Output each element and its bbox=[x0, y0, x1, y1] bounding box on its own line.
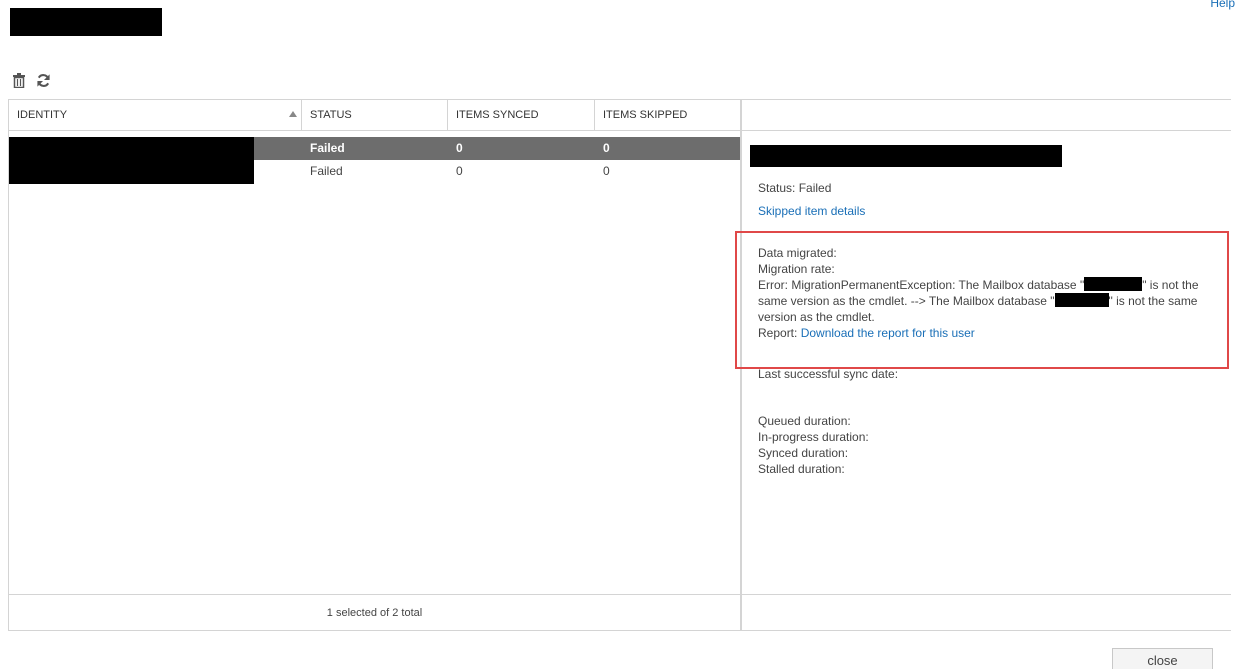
stalled-duration-label: Stalled duration: bbox=[758, 462, 845, 476]
row-items-synced: 0 bbox=[456, 141, 463, 155]
trash-icon[interactable] bbox=[10, 71, 28, 89]
help-link[interactable]: Help bbox=[1210, 0, 1235, 10]
redacted-title bbox=[10, 8, 162, 36]
selection-count: 1 selected of 2 total bbox=[9, 594, 740, 630]
divider bbox=[742, 594, 1231, 595]
error-highlight-box bbox=[735, 231, 1229, 369]
row-items-skipped: 0 bbox=[603, 164, 610, 178]
row-items-skipped: 0 bbox=[603, 141, 610, 155]
queued-duration-label: Queued duration: bbox=[758, 414, 851, 428]
synced-duration-label: Synced duration: bbox=[758, 446, 849, 460]
refresh-icon[interactable] bbox=[34, 71, 52, 89]
divider bbox=[742, 130, 1231, 131]
column-items-synced[interactable]: ITEMS SYNCED bbox=[448, 100, 595, 130]
migration-users-list: IDENTITY STATUS ITEMS SYNCED ITEMS SKIPP… bbox=[8, 99, 741, 631]
column-identity[interactable]: IDENTITY bbox=[9, 100, 302, 130]
list-header: IDENTITY STATUS ITEMS SYNCED ITEMS SKIPP… bbox=[9, 100, 740, 131]
column-status[interactable]: STATUS bbox=[302, 100, 448, 130]
row-status: Failed bbox=[310, 164, 343, 178]
redacted-identity bbox=[9, 137, 254, 184]
divider bbox=[742, 99, 1231, 100]
column-items-skipped[interactable]: ITEMS SKIPPED bbox=[595, 100, 740, 130]
redacted-user-name bbox=[750, 145, 1062, 167]
in-progress-duration-label: In-progress duration: bbox=[758, 430, 869, 444]
close-button[interactable]: close bbox=[1112, 648, 1213, 669]
row-status: Failed bbox=[310, 141, 345, 155]
sort-ascending-icon bbox=[289, 111, 297, 117]
status-text: Status: Failed bbox=[758, 181, 832, 195]
skipped-item-details-link[interactable]: Skipped item details bbox=[758, 203, 865, 219]
toolbar bbox=[10, 70, 52, 90]
row-items-synced: 0 bbox=[456, 164, 463, 178]
